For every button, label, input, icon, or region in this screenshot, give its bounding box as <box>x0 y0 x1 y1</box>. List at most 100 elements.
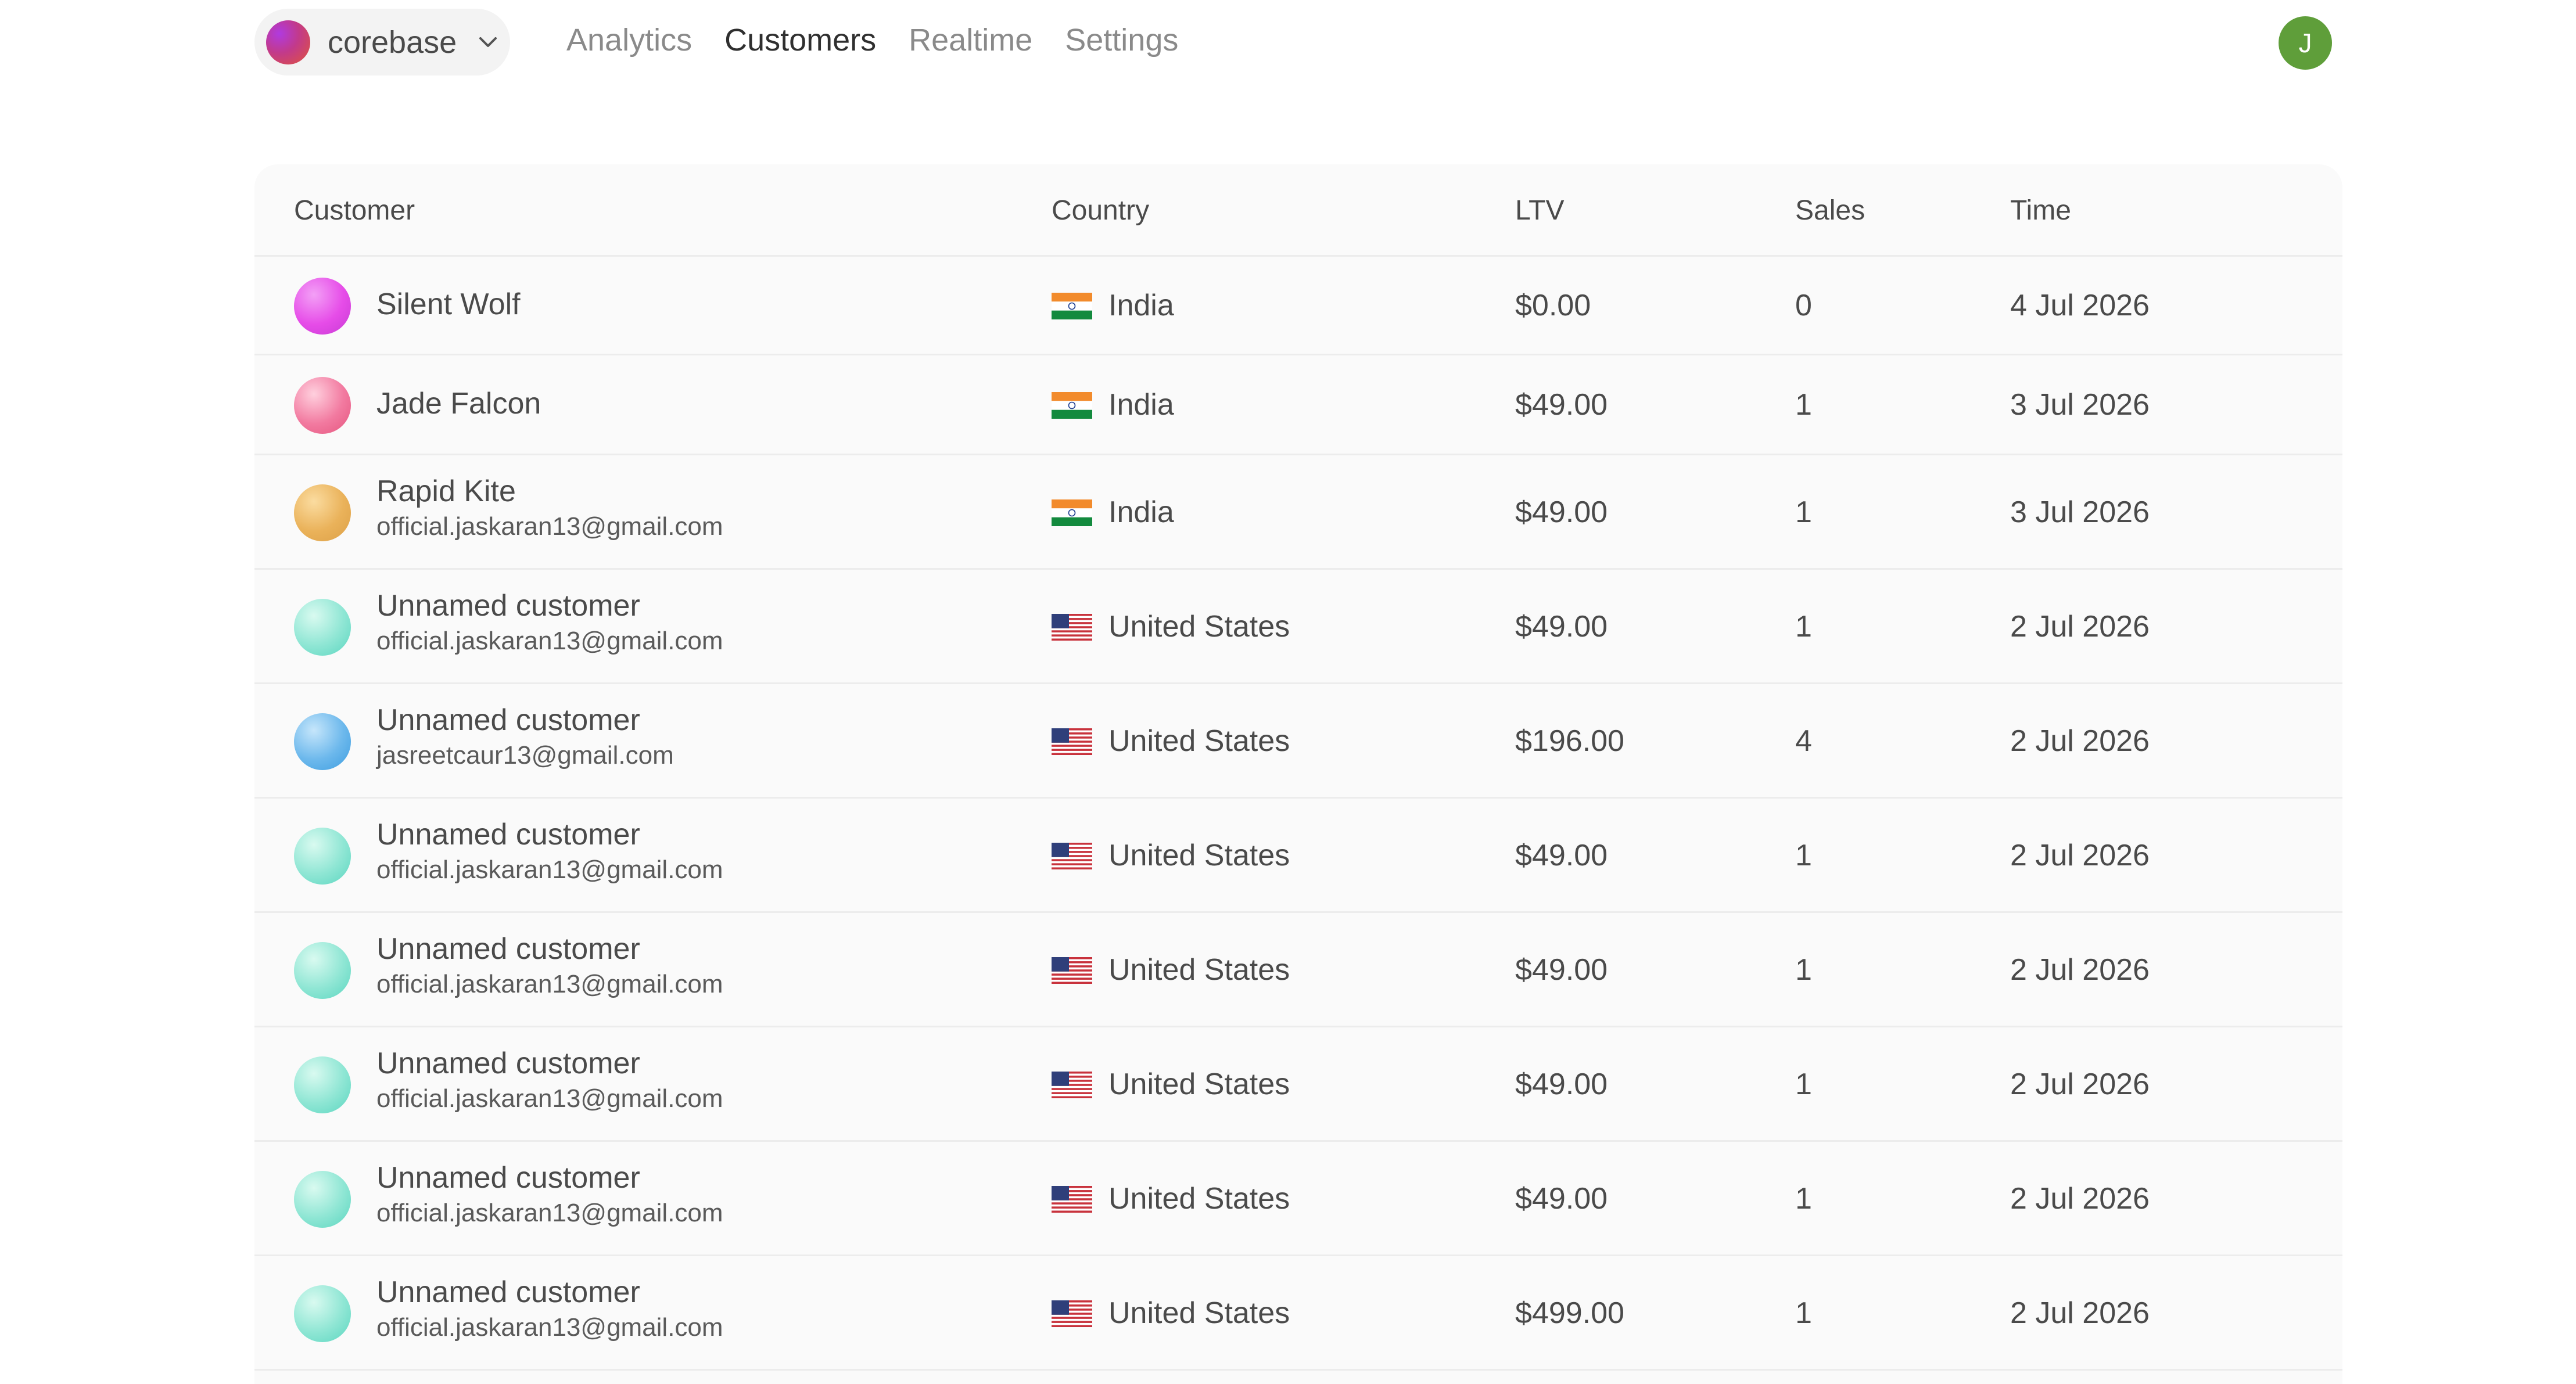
ltv-cell: $49.00 <box>1515 838 1608 872</box>
customer-avatar <box>294 1285 351 1342</box>
ltv-cell: $49.00 <box>1515 952 1608 987</box>
us-flag-icon <box>1052 1300 1092 1327</box>
country-cell: India <box>1108 289 1174 322</box>
table-row[interactable]: Silent Wolf India $0.00 0 4 Jul 2026 <box>254 257 2342 355</box>
table-row[interactable]: Unnamed customer official.jaskaran13@gmai… <box>254 1027 2342 1142</box>
us-flag-icon <box>1052 842 1092 869</box>
customer-cell: Unnamed customer jasreetcaur13@gmail.com <box>376 703 674 771</box>
table-row[interactable]: Rapid Kite official.jaskaran13@gmail.com … <box>254 455 2342 570</box>
workspace-logo-icon <box>266 20 310 64</box>
ltv-cell: $196.00 <box>1515 724 1624 758</box>
column-header-sales[interactable]: Sales <box>1795 195 1865 227</box>
nav-customers[interactable]: Customers <box>724 22 876 58</box>
nav-realtime[interactable]: Realtime <box>909 22 1032 58</box>
column-header-ltv[interactable]: LTV <box>1515 195 1564 227</box>
user-avatar[interactable]: J <box>2279 16 2332 70</box>
customer-name: Unnamed customer <box>376 1160 640 1195</box>
nav-settings[interactable]: Settings <box>1065 22 1178 58</box>
table-header: Customer Country LTV Sales Time <box>254 164 2342 257</box>
workspace-switcher[interactable]: corebase <box>254 9 510 76</box>
nav-analytics[interactable]: Analytics <box>566 22 692 58</box>
country-cell: United States <box>1108 609 1290 644</box>
ltv-cell: $49.00 <box>1515 1181 1608 1216</box>
customer-cell: Unnamed customer official.jaskaran13@gmai… <box>376 1275 723 1343</box>
us-flag-icon <box>1052 728 1092 755</box>
time-cell: 2 Jul 2026 <box>2010 838 2150 872</box>
customer-cell: Rapid Kite official.jaskaran13@gmail.com <box>376 474 723 542</box>
time-cell: 2 Jul 2026 <box>2010 1181 2150 1216</box>
customer-email: official.jaskaran13@gmail.com <box>376 512 723 541</box>
customer-name: Unnamed customer <box>376 703 640 737</box>
country-cell: United States <box>1108 1296 1290 1330</box>
ltv-cell: $49.00 <box>1515 1067 1608 1101</box>
customer-name: Jade Falcon <box>376 387 541 420</box>
sales-cell: 1 <box>1795 388 1812 422</box>
table-row[interactable]: Unnamed customer official.jaskaran13@gmai… <box>254 1256 2342 1371</box>
customer-avatar <box>294 1056 351 1113</box>
country-cell: United States <box>1108 952 1290 987</box>
chevron-down-icon <box>476 31 500 54</box>
time-cell: 2 Jul 2026 <box>2010 724 2150 758</box>
column-header-time[interactable]: Time <box>2010 195 2071 227</box>
time-cell: 2 Jul 2026 <box>2010 952 2150 987</box>
customer-email: official.jaskaran13@gmail.com <box>376 1199 723 1228</box>
main-nav: Analytics Customers Realtime Settings <box>566 22 1211 58</box>
table-row[interactable]: Unnamed customer official.jaskaran13@gmai… <box>254 799 2342 913</box>
us-flag-icon <box>1052 613 1092 641</box>
time-cell: 3 Jul 2026 <box>2010 495 2150 529</box>
ltv-cell: $49.00 <box>1515 495 1608 529</box>
time-cell: 2 Jul 2026 <box>2010 1296 2150 1330</box>
customer-name: Unnamed customer <box>376 588 640 623</box>
customer-email: official.jaskaran13@gmail.com <box>376 970 723 999</box>
table-row[interactable]: Unnamed customer jasreetcaur13@gmail.com … <box>254 684 2342 799</box>
ltv-cell: $499.00 <box>1515 1296 1624 1330</box>
customer-name: Unnamed customer <box>376 1275 640 1309</box>
customer-cell: Jade Falcon <box>376 387 541 422</box>
customer-name: Unnamed customer <box>376 932 640 966</box>
customer-name: Unnamed customer <box>376 817 640 851</box>
customer-avatar <box>294 941 351 999</box>
india-flag-icon <box>1052 392 1092 419</box>
sales-cell: 0 <box>1795 289 1812 322</box>
table-row[interactable]: Unnamed customer official.jaskaran13@gmai… <box>254 1142 2342 1256</box>
customer-email: official.jaskaran13@gmail.com <box>376 627 723 656</box>
time-cell: 2 Jul 2026 <box>2010 1067 2150 1101</box>
sales-cell: 1 <box>1795 495 1812 529</box>
country-cell: United States <box>1108 838 1290 872</box>
customer-avatar <box>294 484 351 541</box>
sales-cell: 1 <box>1795 609 1812 644</box>
sales-cell: 1 <box>1795 1296 1812 1330</box>
customer-avatar <box>294 377 351 434</box>
customer-avatar <box>294 598 351 656</box>
country-cell: India <box>1108 388 1174 422</box>
customer-email: official.jaskaran13@gmail.com <box>376 1313 723 1342</box>
customer-cell: Unnamed customer official.jaskaran13@gmai… <box>376 1047 723 1114</box>
column-header-country[interactable]: Country <box>1052 195 1149 227</box>
country-cell: India <box>1108 495 1174 529</box>
ltv-cell: $49.00 <box>1515 388 1608 422</box>
customer-email: jasreetcaur13@gmail.com <box>376 741 674 770</box>
table-row[interactable]: Unnamed customer official.jaskaran13@gmai… <box>254 570 2342 684</box>
customer-cell: Silent Wolf <box>376 287 521 322</box>
customer-avatar <box>294 713 351 770</box>
table-row[interactable]: Jade Falcon India $49.00 1 3 Jul 2026 <box>254 355 2342 455</box>
column-header-customer[interactable]: Customer <box>294 195 415 227</box>
customer-avatar <box>294 278 351 335</box>
sales-cell: 4 <box>1795 724 1812 758</box>
us-flag-icon <box>1052 1071 1092 1098</box>
country-cell: United States <box>1108 1181 1290 1216</box>
customer-cell: Unnamed customer official.jaskaran13@gmai… <box>376 1161 723 1228</box>
customers-table: Customer Country LTV Sales Time Silent W… <box>254 164 2342 1384</box>
time-cell: 3 Jul 2026 <box>2010 388 2150 422</box>
us-flag-icon <box>1052 957 1092 984</box>
customer-email: official.jaskaran13@gmail.com <box>376 1084 723 1113</box>
table-row[interactable]: Unnamed customer official.jaskaran13@gmai… <box>254 913 2342 1027</box>
sales-cell: 1 <box>1795 952 1812 987</box>
customer-name: Rapid Kite <box>376 474 516 508</box>
top-navigation-bar: corebase Analytics Customers Realtime Se… <box>0 0 2576 87</box>
ltv-cell: $0.00 <box>1515 289 1591 322</box>
india-flag-icon <box>1052 293 1092 319</box>
us-flag-icon <box>1052 1185 1092 1213</box>
india-flag-icon <box>1052 499 1092 526</box>
sales-cell: 1 <box>1795 1067 1812 1101</box>
